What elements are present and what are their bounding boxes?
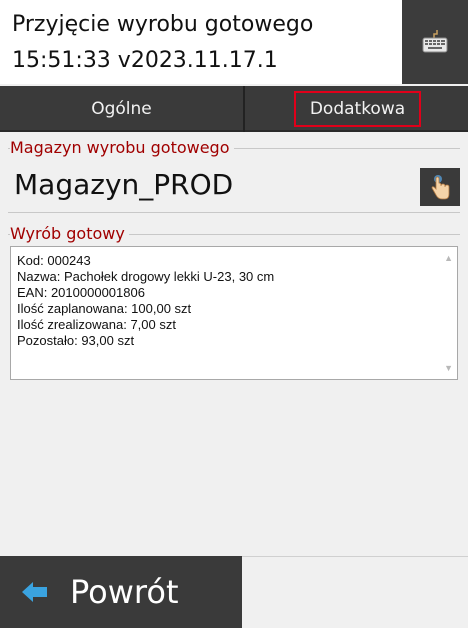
pointing-hand-icon xyxy=(431,175,450,200)
keyboard-button[interactable] xyxy=(402,0,468,84)
keyboard-icon xyxy=(422,30,448,53)
tab-dodatkowa-label: Dodatkowa xyxy=(293,91,422,127)
footer-empty-area xyxy=(242,556,468,628)
line-nazwa: Nazwa: Pachołek drogowy lekki U-23, 30 c… xyxy=(17,269,275,284)
magazyn-value: Magazyn_PROD xyxy=(14,168,234,201)
page-title: Przyjęcie wyrobu gotowego xyxy=(12,12,314,37)
time-version: 15:51:33 v2023.11.17.1 xyxy=(12,48,278,73)
wyrob-details-text: Kod: 000243 Nazwa: Pachołek drogowy lekk… xyxy=(17,253,433,349)
wyrob-details-box[interactable]: Kod: 000243 Nazwa: Pachołek drogowy lekk… xyxy=(10,246,458,380)
tab-dodatkowa[interactable]: Dodatkowa xyxy=(247,86,468,132)
line-ilosc-zrealizowana: Ilość zrealizowana: 7,00 szt xyxy=(17,317,176,332)
tab-ogolne[interactable]: Ogólne xyxy=(0,86,245,132)
line-kod: Kod: 000243 xyxy=(17,253,91,268)
tab-bar: Ogólne Dodatkowa xyxy=(0,86,468,132)
line-pozostalo: Pozostało: 93,00 szt xyxy=(17,333,135,348)
magazyn-label: Magazyn wyrobu gotowego xyxy=(10,138,234,157)
line-ean: EAN: 2010000001806 xyxy=(17,285,145,300)
scroll-up-icon[interactable]: ▲ xyxy=(444,253,453,263)
magazyn-bottom-line xyxy=(8,212,460,213)
select-magazyn-button[interactable] xyxy=(420,168,460,206)
tab-ogolne-label: Ogólne xyxy=(91,99,152,119)
header: Przyjęcie wyrobu gotowego 15:51:33 v2023… xyxy=(0,0,468,84)
back-button-label: Powrót xyxy=(70,573,179,611)
scroll-down-icon[interactable]: ▼ xyxy=(444,363,453,373)
wyrob-label: Wyrób gotowy xyxy=(10,224,129,243)
line-ilosc-zaplanowana: Ilość zaplanowana: 100,00 szt xyxy=(17,301,192,316)
back-button[interactable]: Powrót xyxy=(0,556,242,628)
left-arrow-icon xyxy=(22,582,47,602)
